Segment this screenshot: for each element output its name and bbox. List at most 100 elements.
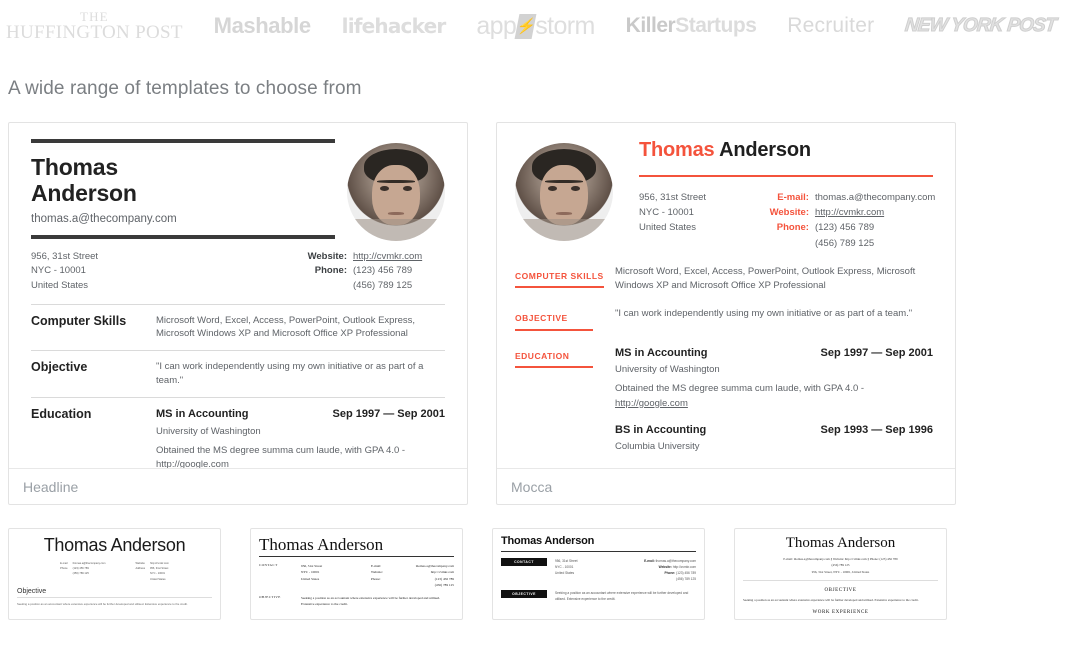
contact-label: Phone [60, 567, 68, 571]
logo-lifehacker: lifehacker [341, 14, 447, 38]
education-school: University of Washington [156, 425, 261, 437]
address-line: 956, 31st Street [31, 250, 99, 262]
section-body: Seeking a position as an accountant wher… [301, 595, 441, 607]
logo-appstorm-prefix: app [476, 11, 517, 40]
thumbnail-1-content: Thomas Anderson E-mail Phone thomas.a@th… [9, 529, 220, 606]
education-degree: BS in Accounting [615, 423, 707, 436]
avatar-brow [377, 180, 415, 184]
section-label: OBJECTIVE [824, 588, 857, 594]
resume-address: 956, 31st Street NYC - 10001 United Stat… [639, 190, 762, 251]
logo-recruiter: Recruiter [787, 14, 875, 37]
divider [501, 551, 696, 552]
resume-contact-block: 956, 31st Street NYC - 10001 United Stat… [31, 250, 445, 294]
section-label: COMPUTER SKILLS [515, 271, 604, 289]
contact-value: (123) 456 789 [814, 222, 875, 234]
address-line: United States [301, 576, 320, 581]
logo-huffington-post-line2: HUFFINGTON POST [6, 22, 183, 43]
avatar-photo [347, 143, 445, 241]
section-label: WORK EXPERIENCE [812, 610, 869, 616]
resume-section-computer-skills: COMPUTER SKILLS Microsoft Word, Excel, A… [515, 265, 933, 294]
template-thumbnail-row: Thomas Anderson E-mail Phone thomas.a@th… [8, 528, 1068, 620]
avatar-eye-right [570, 186, 580, 191]
contact-value: (123) 456 789 [353, 265, 413, 277]
resume-contact-meta: E-mail: thomas.a@thecompany.com Website: h… [762, 190, 936, 251]
contact-label: E-mail: [777, 192, 809, 203]
top-divider [31, 139, 335, 143]
template-footer-headline: Headline [9, 468, 467, 504]
template-name-label: Headline [23, 478, 79, 495]
contact-label: Website: [658, 565, 672, 570]
avatar-eye-right [402, 186, 412, 191]
contact-value: (456) 789 125 [814, 237, 875, 249]
avatar-face [372, 164, 420, 226]
education-school: Columbia University [615, 441, 700, 453]
resume-headline: Thomas Anderson thomas.a@thecompany.com [9, 123, 467, 468]
resume-section-computer-skills: Computer Skills Microsoft Word, Excel, A… [31, 303, 445, 351]
objective-row: OBJECTIVE Seeking a position as an accou… [259, 595, 454, 608]
template-card-headline[interactable]: Thomas Anderson thomas.a@thecompany.com [8, 122, 468, 505]
resume-header: Thomas Anderson 956, 31st Street NYC - 1… [515, 139, 936, 251]
contact-row: Phone: (123) 456 789 [762, 220, 933, 235]
contact-label: Address [135, 567, 145, 571]
education-entry: MS in Accounting Sep 1997 — Sep 2001 Uni… [615, 345, 933, 411]
template-preview-mocca[interactable]: Thomas Anderson 956, 31st Street NYC - 1… [497, 123, 955, 468]
contact-grid: E-mail Phone thomas.a@thecompany.com (12… [17, 561, 212, 582]
avatar-face [540, 164, 588, 226]
resume-name: Thomas Anderson [43, 535, 186, 555]
education-degree: MS in Accounting [156, 407, 249, 420]
contact-row: (456) 789 125 [762, 236, 933, 251]
thumbnail-4-content: Thomas Anderson E-mail: thomas.a@thecomp… [735, 529, 946, 615]
education-note-link[interactable]: http://google.com [615, 398, 688, 409]
template-thumbnail-1[interactable]: Thomas Anderson E-mail Phone thomas.a@th… [8, 528, 221, 620]
template-thumbnail-3[interactable]: Thomas Anderson CONTACT 956, 31st Street… [492, 528, 705, 620]
resume-name: Thomas Anderson [501, 535, 595, 547]
logo-huffington-post: THE HUFFINGTON POST [6, 10, 183, 42]
contact-label: Phone: [664, 571, 676, 576]
contact-column-right: Website Address http://cvmkr.com 956, 31… [135, 561, 168, 582]
education-entry: BS in Accounting Sep 1993 — Sep 1996 Col… [615, 422, 933, 455]
section-body: Seeking a position as an accountant wher… [743, 598, 919, 603]
logo-appstorm: app storm [476, 11, 595, 41]
thumbnail-2-content: Thomas Anderson CONTACT 956, 31st Street… [251, 529, 462, 608]
contact-meta: E-mail: thomas.a@thecompany.com Website:… [633, 558, 696, 582]
template-name-label: Mocca [511, 478, 553, 495]
resume-name: Thomas Anderson [639, 139, 933, 162]
contact-label: Website: [769, 207, 809, 219]
section-label: CONTACT [501, 558, 547, 566]
section-body: Microsoft Word, Excel, Access, PowerPoin… [615, 265, 916, 291]
section-label-wrap: EDUCATION [515, 345, 615, 468]
education-note: Obtained the MS degree summa cum laude, … [615, 383, 865, 395]
resume-name: Thomas Anderson [259, 535, 454, 557]
education-school: University of Washington [615, 364, 720, 376]
education-degree: MS in Accounting [615, 346, 708, 359]
objective-row: OBJECTIVE Seeking a position as an accou… [501, 590, 696, 602]
divider [743, 580, 938, 582]
template-thumbnail-2[interactable]: Thomas Anderson CONTACT 956, 31st Street… [250, 528, 463, 620]
address-line: NYC - 10001 [31, 265, 86, 277]
address-line: 956, 31st Street [639, 192, 707, 203]
contact-label: Phone: [371, 576, 381, 581]
contact-keys: E-mail: Website: Phone: [371, 563, 407, 589]
template-card-mocca[interactable]: Thomas Anderson 956, 31st Street NYC - 1… [496, 122, 956, 505]
resume-last-name: Anderson [31, 179, 137, 206]
avatar-brow [545, 180, 583, 184]
contact-value: thomas.a@thecompany.com [655, 559, 696, 563]
education-degree: BS in Computer Science [615, 466, 743, 469]
resume-header-left: Thomas Anderson thomas.a@thecompany.com [31, 139, 347, 250]
template-preview-headline[interactable]: Thomas Anderson thomas.a@thecompany.com [9, 123, 467, 468]
page-title: A wide range of templates to choose from [8, 78, 362, 99]
template-thumbnail-4[interactable]: Thomas Anderson E-mail: thomas.a@thecomp… [734, 528, 947, 620]
avatar-mouth [556, 211, 572, 215]
address-line: United States [555, 571, 575, 576]
section-body: "I can work independently using my own i… [615, 308, 913, 320]
avatar-mouth [388, 211, 404, 215]
section-label: EDUCATION [515, 351, 593, 369]
avatar-photo [515, 143, 613, 241]
resume-name: Thomas Anderson [785, 535, 896, 551]
contact-value[interactable]: http://cvmkr.com [809, 205, 933, 220]
contact-value: United States [150, 577, 166, 581]
education-note-link[interactable]: http://google.com [156, 459, 229, 468]
resume-address: 956, 31st Street NYC - 10001 United Stat… [547, 558, 633, 582]
section-label: OBJECTIVE [259, 594, 281, 599]
section-body: Microsoft Word, Excel, Access, PowerPoin… [156, 314, 416, 340]
